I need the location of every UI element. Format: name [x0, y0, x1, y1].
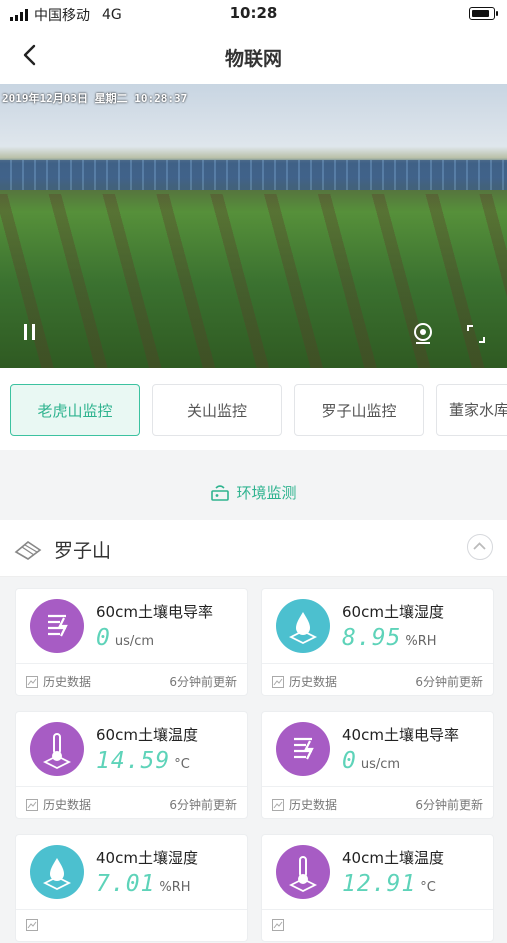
sensor-value: 12.91 °C — [342, 871, 436, 897]
sensor-label: 60cm土壤温度 — [96, 726, 198, 744]
sensor-card-footer: 历史数据 6分钟前更新 — [262, 786, 493, 820]
pause-icon[interactable] — [22, 324, 38, 342]
conductivity-icon — [30, 599, 84, 653]
sensor-value-number: 0 — [96, 625, 111, 651]
environment-monitor-header[interactable]: 环境监测 — [0, 466, 507, 518]
camera-snapshot-icon[interactable] — [412, 322, 434, 346]
sensor-icon — [211, 485, 230, 501]
history-data-link[interactable]: 历史数据 — [272, 796, 337, 813]
tab-dongjia-reservoir[interactable]: 董家水库监控 — [436, 384, 507, 436]
environment-monitor-label: 环境监测 — [236, 483, 297, 502]
sensor-label: 40cm土壤湿度 — [96, 849, 198, 867]
sensor-value: 14.59 °C — [96, 748, 190, 774]
sensor-unit: %RH — [405, 634, 437, 649]
sensor-value-number: 7.01 — [96, 871, 156, 897]
sensor-card-footer — [262, 909, 493, 943]
thermometer-icon — [30, 722, 84, 776]
sensor-unit: %RH — [159, 880, 191, 895]
solar-panels — [0, 160, 507, 190]
history-data-label: 历史数据 — [43, 798, 92, 812]
field-icon — [14, 541, 42, 560]
sensor-value-number: 8.95 — [342, 625, 402, 651]
sensor-card-footer: 历史数据 6分钟前更新 — [262, 663, 493, 697]
sensor-label: 60cm土壤电导率 — [96, 603, 213, 621]
status-time: 10:28 — [229, 4, 278, 22]
history-data-link[interactable] — [26, 919, 43, 931]
sensor-card[interactable]: 60cm土壤电导率 0 us/cm 历史数据 6分钟前更新 — [15, 588, 248, 696]
history-data-link[interactable] — [272, 919, 289, 931]
sensor-value: 0 us/cm — [96, 625, 154, 651]
history-data-link[interactable]: 历史数据 — [26, 673, 91, 690]
tab-laohushan[interactable]: 老虎山监控 — [10, 384, 140, 436]
tab-guanshan[interactable]: 关山监控 — [152, 384, 282, 436]
sensor-value-number: 14.59 — [96, 748, 171, 774]
sensor-label: 40cm土壤温度 — [342, 849, 444, 867]
sensor-unit: °C — [174, 757, 190, 772]
sensor-card-footer: 历史数据 6分钟前更新 — [16, 786, 247, 820]
sensor-unit: °C — [420, 880, 436, 895]
tab-luozishan[interactable]: 罗子山监控 — [294, 384, 424, 436]
history-data-label: 历史数据 — [43, 675, 92, 689]
collapse-button[interactable] — [467, 534, 493, 560]
camera-feed[interactable]: 2019年12月03日 星期二 10:28:37 — [0, 84, 507, 368]
battery-icon — [469, 7, 498, 20]
sensor-label: 40cm土壤电导率 — [342, 726, 459, 744]
humidity-icon — [276, 599, 330, 653]
sensor-value: 0 us/cm — [342, 748, 400, 774]
chart-icon — [26, 675, 38, 688]
sensor-card-footer: 历史数据 6分钟前更新 — [16, 663, 247, 697]
chart-icon — [272, 798, 284, 811]
chart-icon — [26, 798, 38, 811]
sensor-value-number: 0 — [342, 748, 357, 774]
nav-bar: 物联网 — [0, 28, 507, 84]
sensor-value-number: 12.91 — [342, 871, 417, 897]
chart-icon — [272, 919, 284, 931]
battery-level — [472, 10, 489, 17]
conductivity-icon — [276, 722, 330, 776]
updated-time: 6分钟前更新 — [415, 798, 483, 812]
sensor-unit: us/cm — [114, 634, 155, 649]
sensor-card[interactable]: 40cm土壤湿度 7.01 %RH — [15, 834, 248, 942]
status-bar: 中国移动 4G 10:28 — [0, 0, 507, 28]
section-title: 罗子山 — [54, 540, 112, 562]
updated-time: 6分钟前更新 — [169, 798, 237, 812]
fullscreen-icon[interactable] — [466, 324, 486, 344]
humidity-icon — [30, 845, 84, 899]
updated-time: 6分钟前更新 — [415, 675, 483, 689]
sensor-value: 8.95 %RH — [342, 625, 437, 651]
updated-time: 6分钟前更新 — [169, 675, 237, 689]
camera-timestamp: 2019年12月03日 星期二 10:28:37 — [2, 92, 188, 105]
sensor-card-footer — [16, 909, 247, 943]
chevron-up-icon — [473, 542, 486, 550]
chart-icon — [272, 675, 284, 688]
sensor-card[interactable]: 40cm土壤温度 12.91 °C — [261, 834, 494, 942]
sensor-card[interactable]: 40cm土壤电导率 0 us/cm 历史数据 6分钟前更新 — [261, 711, 494, 819]
sensor-label: 60cm土壤湿度 — [342, 603, 444, 621]
history-data-link[interactable]: 历史数据 — [272, 673, 337, 690]
history-data-label: 历史数据 — [289, 798, 338, 812]
sensor-grid: 60cm土壤电导率 0 us/cm 历史数据 6分钟前更新 60cm土壤湿度 8.95 %RH… — [0, 578, 507, 942]
section-header: 罗子山 — [0, 520, 507, 577]
monitor-tabs: 老虎山监控 关山监控 罗子山监控 董家水库监控 — [0, 368, 507, 450]
thermometer-icon — [276, 845, 330, 899]
history-data-label: 历史数据 — [289, 675, 338, 689]
page-title: 物联网 — [224, 48, 282, 70]
sensor-card[interactable]: 60cm土壤湿度 8.95 %RH 历史数据 6分钟前更新 — [261, 588, 494, 696]
sensor-value: 7.01 %RH — [96, 871, 191, 897]
chart-icon — [26, 919, 38, 931]
history-data-link[interactable]: 历史数据 — [26, 796, 91, 813]
sensor-card[interactable]: 60cm土壤温度 14.59 °C 历史数据 6分钟前更新 — [15, 711, 248, 819]
sensor-unit: us/cm — [360, 757, 401, 772]
